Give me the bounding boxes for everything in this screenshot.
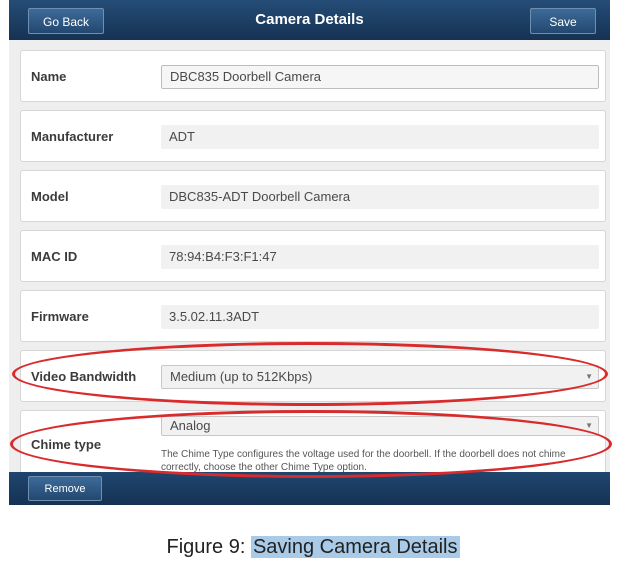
manufacturer-row: Manufacturer ADT <box>20 110 606 162</box>
go-back-button[interactable]: Go Back <box>28 8 104 34</box>
mac-id-row: MAC ID 78:94:B4:F3:F1:47 <box>20 230 606 282</box>
manufacturer-label: Manufacturer <box>31 129 114 144</box>
firmware-row: Firmware 3.5.02.11.3ADT <box>20 290 606 342</box>
caption-highlight: Saving Camera Details <box>250 536 460 558</box>
mac-id-value: 78:94:B4:F3:F1:47 <box>161 245 599 269</box>
manufacturer-value: ADT <box>161 125 599 149</box>
form-area: Name DBC835 Doorbell Camera Manufacturer… <box>9 40 610 472</box>
firmware-value: 3.5.02.11.3ADT <box>161 305 599 329</box>
mac-id-label: MAC ID <box>31 249 78 264</box>
remove-button[interactable]: Remove <box>28 476 102 501</box>
save-button[interactable]: Save <box>530 8 596 34</box>
model-label: Model <box>31 189 69 204</box>
header-bar: Camera Details Go Back Save <box>9 0 610 40</box>
name-row: Name DBC835 Doorbell Camera <box>20 50 606 102</box>
model-value: DBC835-ADT Doorbell Camera <box>161 185 599 209</box>
highlight-ellipse-video-bandwidth <box>12 342 608 406</box>
name-label: Name <box>31 69 67 84</box>
firmware-label: Firmware <box>31 309 89 324</box>
highlight-ellipse-chime-type <box>10 410 612 478</box>
caption-prefix: Figure 9: <box>166 536 251 558</box>
figure-caption: Figure 9: Saving Camera Details <box>0 536 626 559</box>
model-row: Model DBC835-ADT Doorbell Camera <box>20 170 606 222</box>
name-input[interactable]: DBC835 Doorbell Camera <box>161 65 599 89</box>
